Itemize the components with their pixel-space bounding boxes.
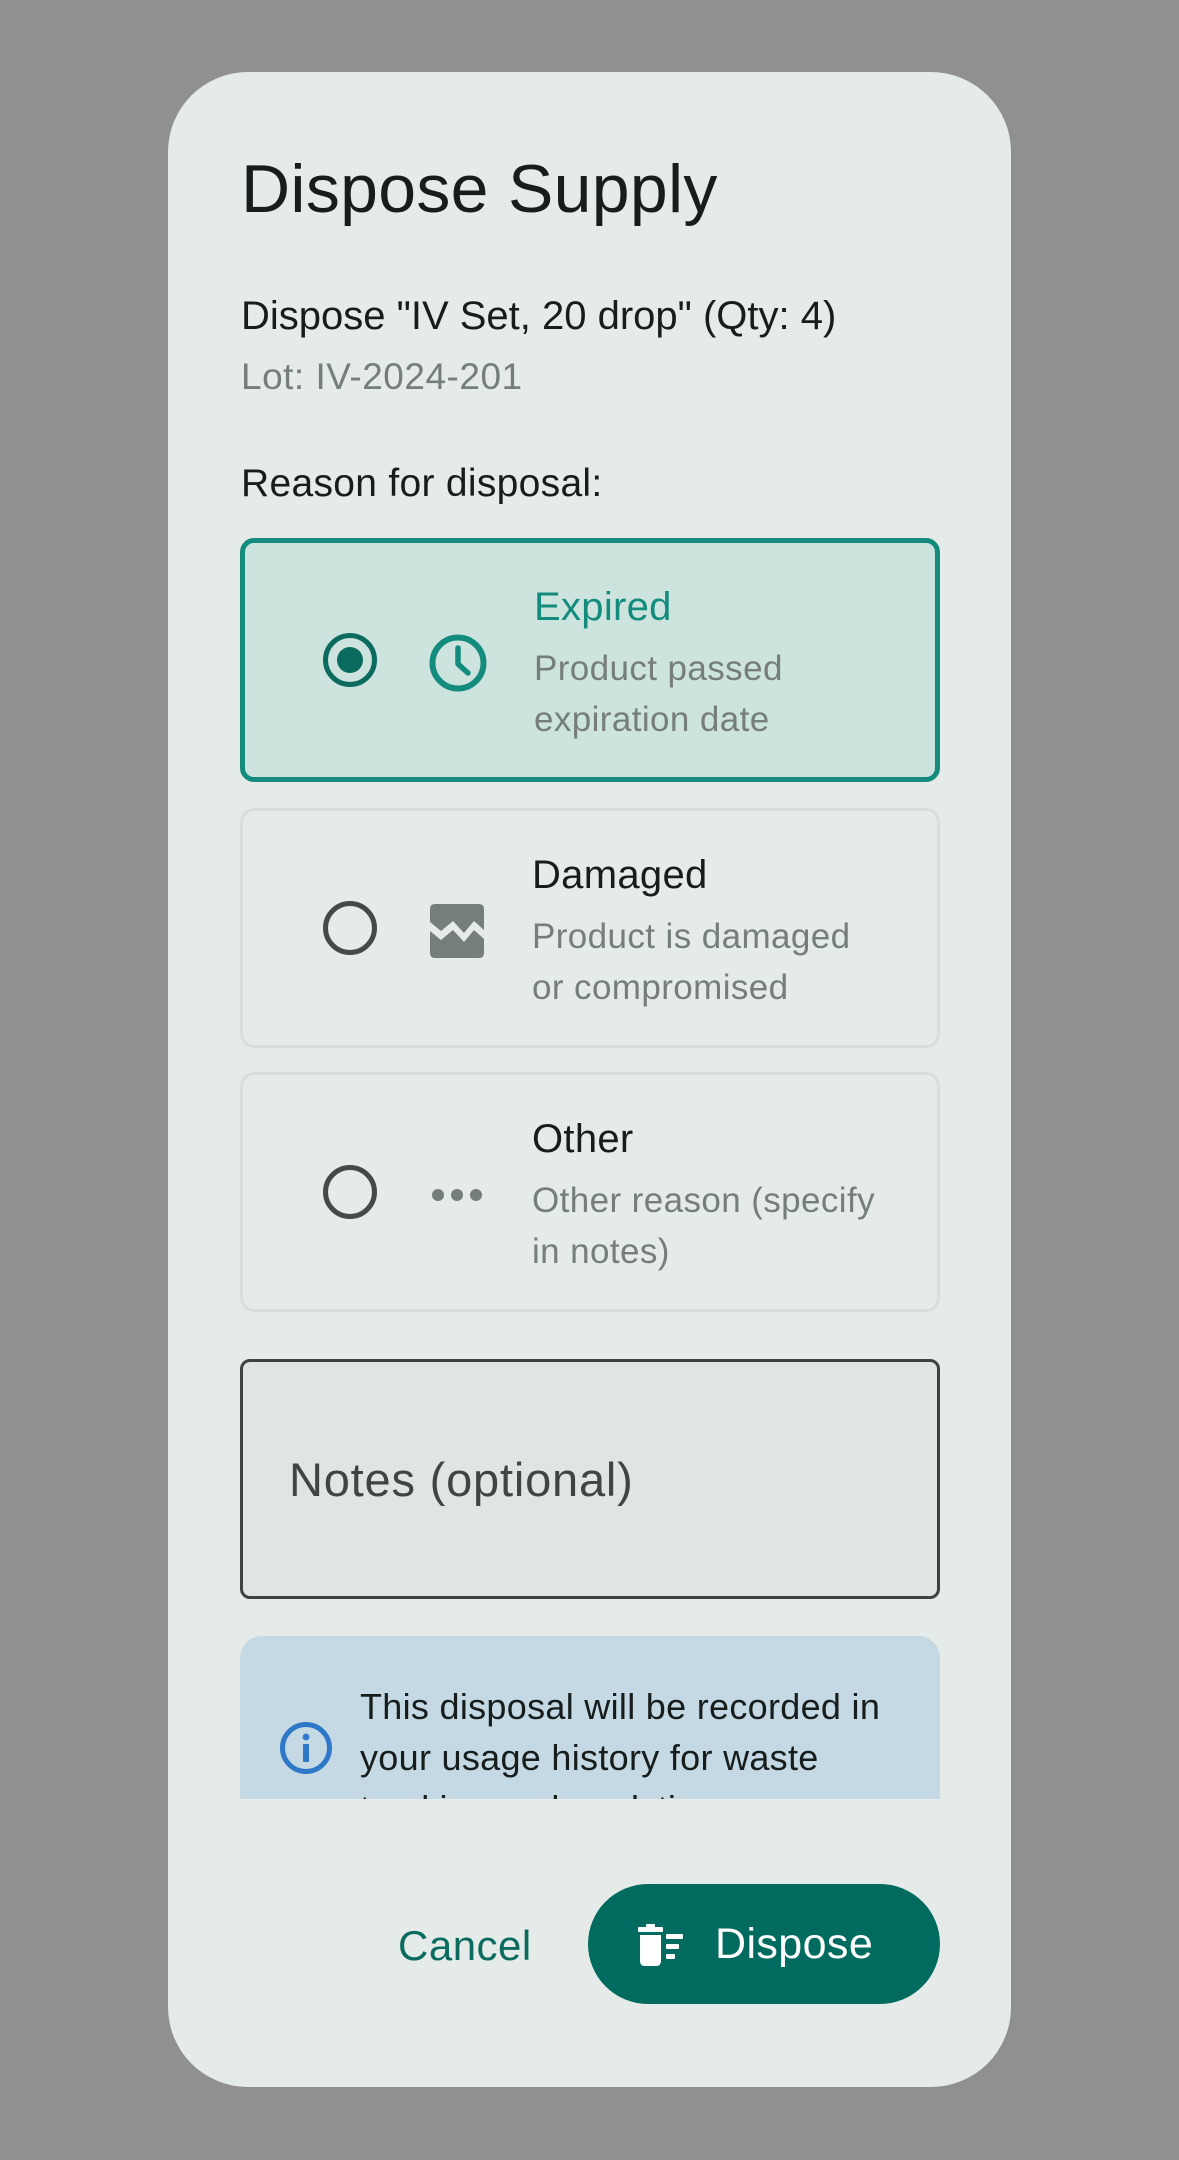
reason-option-damaged[interactable]: Damaged Product is damaged or compromise… (240, 808, 940, 1048)
dispose-dialog: Dispose Supply Dispose "IV Set, 20 drop"… (168, 72, 1011, 2087)
reason-description: Other reason (specify in notes) (532, 1181, 875, 1271)
radio-expired[interactable] (323, 633, 377, 687)
reason-title: Damaged (532, 853, 708, 897)
reason-title: Expired (534, 585, 672, 629)
reason-description: Product passed expiration date (534, 649, 783, 739)
lot-number: Lot: IV-2024-201 (241, 356, 523, 397)
reason-label: Reason for disposal: (241, 462, 603, 505)
radio-other[interactable] (323, 1165, 377, 1219)
cancel-button[interactable]: Cancel (398, 1922, 532, 1970)
dispose-label: Dispose (715, 1920, 874, 1968)
reason-title: Other (532, 1117, 634, 1161)
dialog-title: Dispose Supply (241, 151, 718, 227)
clock-icon (429, 634, 487, 692)
info-icon (280, 1722, 332, 1774)
radio-selected-dot (337, 647, 363, 673)
delete-sweep-icon (638, 1924, 683, 1966)
dispose-button[interactable]: Dispose (588, 1884, 940, 2004)
reason-option-other[interactable]: Other Other reason (specify in notes) (240, 1072, 940, 1312)
reason-description: Product is damaged or compromised (532, 917, 851, 1007)
radio-damaged[interactable] (323, 901, 377, 955)
more-horiz-icon (432, 1189, 482, 1201)
notes-field[interactable] (240, 1359, 940, 1599)
reason-option-expired[interactable]: Expired Product passed expiration date (240, 538, 940, 782)
info-banner: This disposal will be recorded in your u… (240, 1636, 940, 1799)
broken-image-icon (430, 904, 484, 958)
notes-input[interactable] (289, 1452, 889, 1507)
info-text: This disposal will be recorded in your u… (360, 1686, 881, 1799)
dialog-subtitle: Dispose "IV Set, 20 drop" (Qty: 4) (241, 294, 837, 338)
